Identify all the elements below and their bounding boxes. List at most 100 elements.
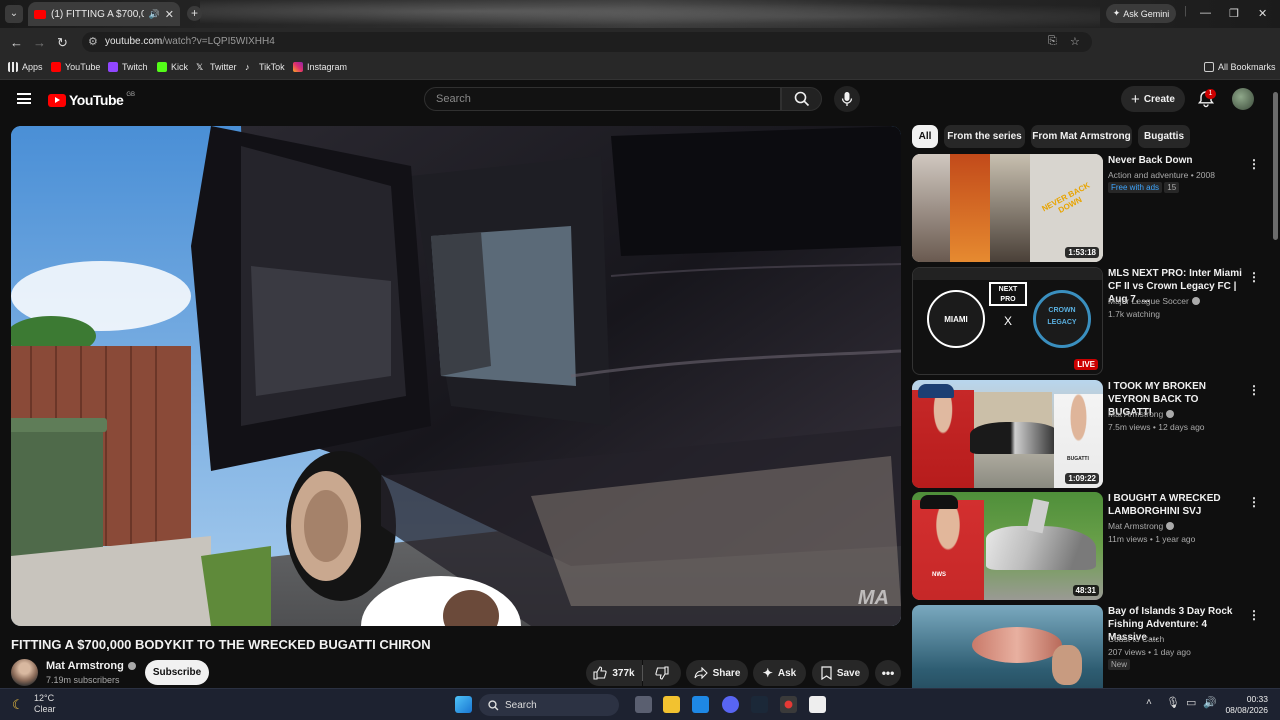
more-options-icon[interactable]: ⋮: [1248, 157, 1260, 171]
chip-bugattis[interactable]: Bugattis: [1138, 125, 1190, 148]
file-explorer-icon[interactable]: [663, 696, 680, 713]
reload-icon[interactable]: ↻: [57, 35, 68, 51]
tab-title: (1) FITTING A $700,000 BOD: [51, 8, 144, 20]
more-options-icon[interactable]: ⋮: [1248, 608, 1260, 622]
youtube-favicon-icon: [34, 9, 46, 19]
page-scrollbar[interactable]: [1273, 92, 1278, 240]
site-info-icon[interactable]: ⚙: [88, 35, 98, 48]
recommendation-item[interactable]: MIAMI NEXT PRO X CROWN LEGACY LIVE MLS NE…: [912, 267, 1262, 375]
close-tab-icon[interactable]: ✕: [165, 8, 174, 21]
minimize-icon[interactable]: —: [1200, 7, 1211, 19]
video-frame: [11, 126, 901, 626]
youtube-logo[interactable]: YouTube GB: [48, 92, 135, 108]
chip-from-mat-armstrong[interactable]: From Mat Armstrong: [1031, 125, 1132, 148]
install-app-icon[interactable]: ⎘: [1048, 35, 1057, 48]
taskbar-search[interactable]: Search: [479, 694, 619, 716]
notepad-icon[interactable]: [809, 696, 826, 713]
forward-icon[interactable]: →: [33, 35, 46, 50]
show-hidden-icons-icon[interactable]: ˄: [1146, 697, 1152, 708]
ask-button[interactable]: ✦ Ask: [753, 660, 806, 686]
create-button[interactable]: + Create: [1121, 86, 1185, 112]
thumbs-down-icon: [655, 666, 669, 680]
bookmark-twitch[interactable]: Twitch: [108, 62, 148, 72]
gemini-icon: ✦: [1112, 8, 1121, 18]
more-options-icon[interactable]: ⋮: [1248, 495, 1260, 509]
steam-icon[interactable]: [751, 696, 768, 713]
video-thumbnail[interactable]: NEVER BACK DOWN 1:53:18: [912, 154, 1103, 262]
chip-from-the-series[interactable]: From the series: [944, 125, 1025, 148]
recommendation-item[interactable]: BUGATTI 1:09:22 I TOOK MY BROKEN VEYRON …: [912, 380, 1262, 488]
network-icon[interactable]: ▭: [1186, 696, 1196, 709]
video-thumbnail[interactable]: [912, 605, 1103, 688]
rec-channel: Action and adventure • 2008: [1108, 170, 1215, 180]
menu-hamburger-icon[interactable]: [17, 93, 31, 104]
shirt-logo-text: BUGATTI: [1067, 456, 1089, 462]
rec-title: I BOUGHT A WRECKED LAMBORGHINI SVJ: [1108, 493, 1221, 517]
task-view-icon[interactable]: [635, 696, 652, 713]
share-button[interactable]: Share: [686, 660, 748, 686]
microphone-tray-icon[interactable]: 🎙: [1166, 696, 1180, 709]
tabbar-background: [200, 0, 1100, 28]
separator: |: [1184, 5, 1187, 17]
rec-tags: New: [1108, 659, 1131, 670]
chip-all[interactable]: All: [912, 125, 938, 148]
close-window-icon[interactable]: ✕: [1258, 7, 1267, 20]
weather-widget[interactable]: 12°C Clear: [34, 693, 56, 715]
chrome-icon[interactable]: [780, 696, 797, 713]
save-button[interactable]: Save: [812, 660, 869, 686]
recommendation-item[interactable]: NWS 48:31 I BOUGHT A WRECKED LAMBORGHINI…: [912, 492, 1262, 600]
like-button[interactable]: 377k: [586, 660, 642, 686]
video-thumbnail[interactable]: BUGATTI 1:09:22: [912, 380, 1103, 488]
inter-miami-crest: MIAMI: [927, 290, 985, 348]
live-badge: LIVE: [1074, 359, 1098, 370]
rec-meta: 1.7k watching: [1108, 309, 1160, 319]
share-arrow-icon: [694, 667, 708, 679]
account-avatar[interactable]: [1232, 88, 1254, 110]
active-tab[interactable]: (1) FITTING A $700,000 BOD 🔊 ✕: [28, 2, 180, 26]
audio-playing-icon[interactable]: 🔊: [149, 9, 160, 20]
subscribe-button[interactable]: Subscribe: [145, 660, 209, 685]
bookmark-instagram[interactable]: Instagram: [293, 62, 347, 72]
ask-gemini-button[interactable]: ✦ Ask Gemini: [1106, 4, 1176, 23]
volume-icon[interactable]: 🔊: [1203, 696, 1217, 709]
rec-channel: Mat Armstrong: [1108, 521, 1175, 531]
dislike-button[interactable]: [643, 660, 681, 686]
channel-watermark: MA: [857, 587, 889, 609]
bookmark-twitter[interactable]: 𝕏 Twitter: [196, 62, 237, 72]
more-actions-button[interactable]: •••: [875, 660, 901, 686]
video-player[interactable]: MA: [11, 126, 901, 626]
outlook-icon[interactable]: [692, 696, 709, 713]
subscriber-count: 7.19m subscribers: [46, 675, 120, 685]
bookmark-youtube[interactable]: YouTube: [51, 62, 100, 72]
all-bookmarks[interactable]: All Bookmarks: [1204, 62, 1276, 72]
system-clock[interactable]: 00:33 08/08/2026: [1225, 694, 1268, 716]
new-tab-button[interactable]: +: [187, 6, 202, 21]
rec-tags: Free with ads 15: [1108, 182, 1180, 193]
bookmark-tiktok[interactable]: ♪ TikTok: [245, 62, 285, 72]
tab-search-button[interactable]: ⌄: [5, 5, 23, 23]
voice-search-button[interactable]: [834, 86, 860, 112]
notification-count-badge: 1: [1205, 89, 1216, 99]
bookmark-kick[interactable]: Kick: [157, 62, 188, 72]
video-thumbnail[interactable]: MIAMI NEXT PRO X CROWN LEGACY LIVE: [912, 267, 1103, 375]
discord-icon[interactable]: [722, 696, 739, 713]
more-options-icon[interactable]: ⋮: [1248, 270, 1260, 284]
channel-avatar[interactable]: [11, 659, 38, 686]
more-options-icon[interactable]: ⋮: [1248, 383, 1260, 397]
video-thumbnail[interactable]: NWS 48:31: [912, 492, 1103, 600]
back-icon[interactable]: ←: [10, 35, 23, 50]
twitch-icon: [108, 62, 118, 72]
search-button[interactable]: [781, 87, 822, 111]
restore-icon[interactable]: ❐: [1229, 7, 1239, 20]
channel-name[interactable]: Mat Armstrong: [46, 660, 136, 672]
url-text: youtube.com/watch?v=LQPI5WIXHH4: [105, 36, 275, 47]
search-input[interactable]: Search: [424, 87, 781, 111]
bookmark-star-icon[interactable]: ☆: [1070, 35, 1080, 48]
windows-start-icon[interactable]: [455, 696, 472, 713]
bookmark-apps[interactable]: Apps: [8, 62, 43, 72]
recommendation-item[interactable]: Bay of Islands 3 Day Rock Fishing Advent…: [912, 605, 1262, 688]
omnibox[interactable]: ⚙ youtube.com/watch?v=LQPI5WIXHH4 ⎘ ☆: [82, 32, 1092, 52]
recommendation-item[interactable]: NEVER BACK DOWN 1:53:18 Never Back Down …: [912, 154, 1262, 262]
rec-meta: 11m views • 1 year ago: [1108, 534, 1196, 544]
address-bar-row: ← → ↻ ⚙ youtube.com/watch?v=LQPI5WIXHH4 …: [0, 28, 1280, 78]
